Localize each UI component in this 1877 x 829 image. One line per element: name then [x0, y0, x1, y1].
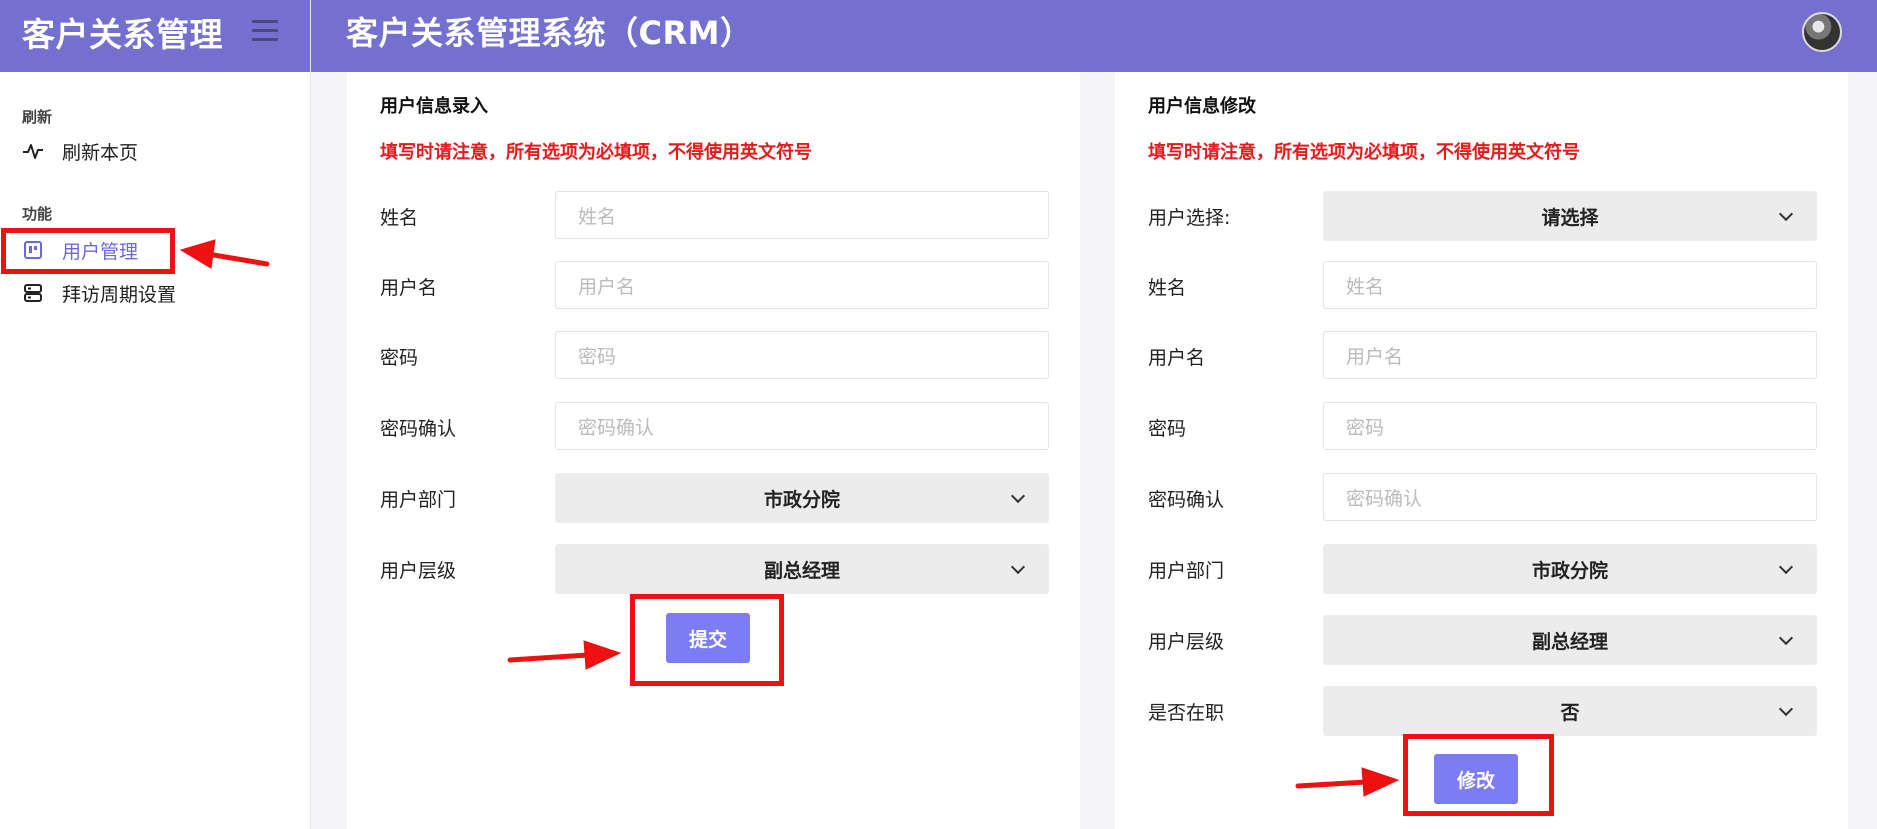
sidebar-item-label: 拜访周期设置	[62, 283, 177, 306]
level-label: 用户层级	[380, 560, 457, 582]
department-select-value: 市政分院	[763, 488, 840, 511]
user-select[interactable]: 请选择	[1323, 191, 1817, 241]
department-label: 用户部门	[1148, 560, 1225, 582]
level-label: 用户层级	[1148, 631, 1225, 653]
user-edit-card: 用户信息修改 填写时请注意，所有选项为必填项，不得使用英文符号 用户选择: 请选…	[1115, 72, 1848, 829]
employed-select-value: 否	[1560, 701, 1580, 724]
chevron-down-icon	[1010, 488, 1026, 504]
employed-select[interactable]: 否	[1323, 686, 1817, 736]
confirm-password-label: 密码确认	[380, 418, 457, 440]
username-input[interactable]: 用户名	[555, 261, 1049, 309]
brand-title: 客户关系管理	[22, 15, 223, 54]
sidebar: 刷新 刷新本页 功能 用户管理 拜访周期设置	[0, 72, 311, 829]
user-select-value: 请选择	[1541, 206, 1599, 229]
edit-password-input[interactable]: 密码	[1323, 402, 1817, 450]
annotation-box-modify	[1403, 734, 1554, 816]
level-select[interactable]: 副总经理	[555, 544, 1049, 594]
server-icon	[22, 282, 44, 304]
sidebar-group-function: 功能	[22, 205, 53, 223]
confirm-password-label: 密码确认	[1148, 489, 1225, 511]
password-label: 密码	[1148, 418, 1187, 440]
edit-form-title: 用户信息修改	[1148, 96, 1256, 117]
entry-form-warning: 填写时请注意，所有选项为必填项，不得使用英文符号	[380, 142, 812, 163]
department-select-value: 市政分院	[1531, 559, 1608, 582]
chevron-down-icon	[1778, 206, 1794, 222]
password-label: 密码	[380, 347, 419, 369]
department-label: 用户部门	[380, 489, 457, 511]
name-label: 姓名	[380, 207, 419, 229]
sidebar-item-refresh-page[interactable]: 刷新本页	[22, 134, 282, 168]
entry-form-title: 用户信息录入	[380, 96, 488, 117]
employed-label: 是否在职	[1148, 702, 1225, 724]
edit-username-input[interactable]: 用户名	[1323, 331, 1817, 379]
department-select[interactable]: 市政分院	[555, 473, 1049, 523]
chevron-down-icon	[1778, 701, 1794, 717]
sidebar-item-visit-cycle[interactable]: 拜访周期设置	[22, 276, 282, 310]
sidebar-group-refresh: 刷新	[22, 108, 53, 126]
username-label: 用户名	[380, 277, 438, 299]
hamburger-menu-icon[interactable]	[252, 20, 278, 42]
user-avatar[interactable]	[1802, 12, 1842, 52]
top-bar: 客户关系管理 客户关系管理系统（CRM）	[0, 0, 1877, 72]
name-label: 姓名	[1148, 277, 1187, 299]
edit-name-input[interactable]: 姓名	[1323, 261, 1817, 309]
user-entry-card: 用户信息录入 填写时请注意，所有选项为必填项，不得使用英文符号 姓名 姓名 用户…	[347, 72, 1080, 829]
chevron-down-icon	[1010, 559, 1026, 575]
username-label: 用户名	[1148, 347, 1206, 369]
chevron-down-icon	[1778, 630, 1794, 646]
edit-level-select[interactable]: 副总经理	[1323, 615, 1817, 665]
edit-confirm-password-input[interactable]: 密码确认	[1323, 473, 1817, 521]
user-select-label: 用户选择:	[1148, 207, 1231, 229]
chevron-down-icon	[1778, 559, 1794, 575]
confirm-password-input[interactable]: 密码确认	[555, 402, 1049, 450]
brand-area: 客户关系管理	[0, 0, 311, 72]
pulse-icon	[22, 140, 44, 162]
level-select-value: 副总经理	[763, 559, 840, 582]
annotation-box-user-management	[1, 228, 175, 274]
sidebar-item-label: 刷新本页	[62, 141, 139, 164]
name-input[interactable]: 姓名	[555, 191, 1049, 239]
edit-form-warning: 填写时请注意，所有选项为必填项，不得使用英文符号	[1148, 142, 1580, 163]
edit-department-select[interactable]: 市政分院	[1323, 544, 1817, 594]
level-select-value: 副总经理	[1531, 630, 1608, 653]
password-input[interactable]: 密码	[555, 331, 1049, 379]
annotation-box-submit	[630, 594, 784, 686]
system-title: 客户关系管理系统（CRM）	[346, 14, 753, 52]
